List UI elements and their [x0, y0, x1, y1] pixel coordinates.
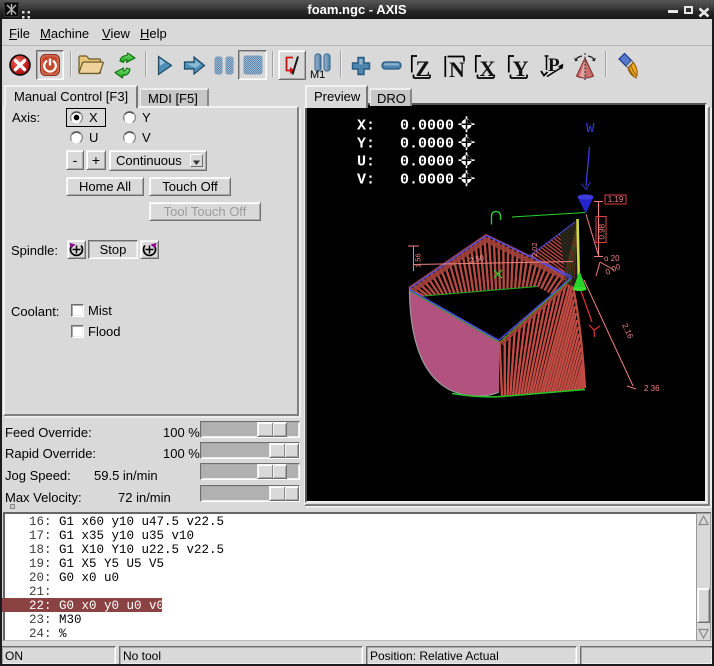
svg-text:M1: M1: [310, 69, 325, 79]
svg-text:N: N: [449, 57, 465, 80]
svg-text:Y: Y: [513, 56, 529, 80]
svg-text:Z: Z: [416, 56, 431, 80]
svg-text:X: X: [480, 56, 496, 80]
